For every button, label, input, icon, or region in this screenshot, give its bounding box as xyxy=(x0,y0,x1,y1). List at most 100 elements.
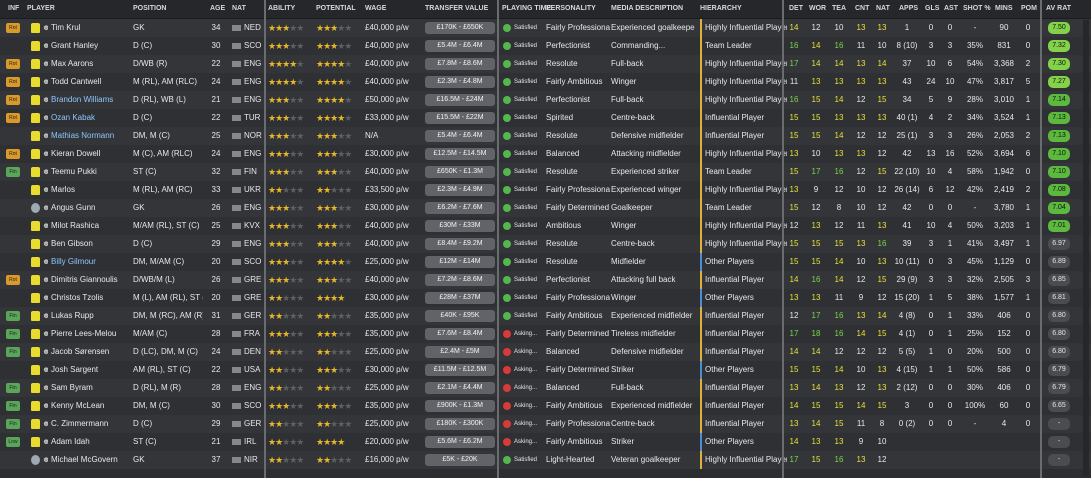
col-cnt[interactable]: CNT xyxy=(855,5,869,12)
table-row[interactable]: ☻ Josh Sargent AM (RL), ST (C) 22 USA ★★★★★ ★★… xyxy=(0,361,1091,379)
transfer-value[interactable]: £16.5M - £24M xyxy=(425,94,495,106)
table-row[interactable]: ☻ Michael McGovern GK 37 NIR ★★★★★ ★★★★★ £16,00… xyxy=(0,451,1091,469)
transfer-value[interactable]: £7.6M - £8.4M xyxy=(425,328,495,340)
info-badge[interactable]: Rot xyxy=(6,149,20,159)
info-badge[interactable]: Low xyxy=(6,437,20,447)
transfer-value[interactable]: £2.3M - £4.9M xyxy=(425,184,495,196)
info-badge[interactable]: Rot xyxy=(6,77,20,87)
player-name[interactable]: Ozan Kabak xyxy=(51,109,129,127)
transfer-value[interactable]: £2.3M - £4.8M xyxy=(425,76,495,88)
table-row[interactable]: ☻ Marlos M (RL), AM (RC) 33 UKR ★★★★★ ★★★★★ £33… xyxy=(0,181,1091,199)
transfer-value[interactable]: £30M - £33M xyxy=(425,220,495,232)
col-nat[interactable]: NAT xyxy=(232,5,246,12)
transfer-value[interactable]: £900K - £1.3M xyxy=(425,400,495,412)
col-shot[interactable]: SHOT % xyxy=(963,5,991,12)
col-media-description[interactable]: MEDIA DESCRIPTION xyxy=(611,5,683,12)
info-badge[interactable]: Ftn xyxy=(6,167,20,177)
player-name[interactable]: Grant Hanley xyxy=(51,37,129,55)
transfer-value[interactable]: £5K - £20K xyxy=(425,454,495,466)
transfer-value[interactable]: £6.2M - £7.6M xyxy=(425,202,495,214)
transfer-value[interactable]: £7.8M - £8.6M xyxy=(425,58,495,70)
player-name[interactable]: Josh Sargent xyxy=(51,361,129,379)
table-row[interactable]: Ftn ☻ Teemu Pukki ST (C) 32 FIN ★★★★★ ★★★★★ £40,… xyxy=(0,163,1091,181)
transfer-value[interactable]: £15.5M - £22M xyxy=(425,112,495,124)
info-badge[interactable]: Ftn xyxy=(6,311,20,321)
table-row[interactable]: Ftn ☻ Jacob Sørensen D (LC), DM, M (C) 24 DEN… xyxy=(0,343,1091,361)
col-hierarchy[interactable]: HIERARCHY xyxy=(700,5,742,12)
table-row[interactable]: Rot ☻ Todd Cantwell M (RL), AM (RLC) 24 ENG ★★… xyxy=(0,73,1091,91)
table-row[interactable]: Rot ☻ Kieran Dowell M (C), AM (RLC) 24 ENG ★★★… xyxy=(0,145,1091,163)
player-name[interactable]: Adam Idah xyxy=(51,433,129,451)
table-row[interactable]: ☻ Billy Gilmour DM, M/AM (C) 20 SCO ★★★★★ ★★★★… xyxy=(0,253,1091,271)
transfer-value[interactable]: £2.4M - £5M xyxy=(425,346,495,358)
table-row[interactable]: Low ☻ Adam Idah ST (C) 21 IRL ★★★★★ ★★★★ £20,000… xyxy=(0,433,1091,451)
info-badge[interactable]: Ftn xyxy=(6,383,20,393)
player-name[interactable]: Dimitris Giannoulis xyxy=(51,271,129,289)
table-row[interactable]: Ftn ☻ Kenny McLean DM, M (C) 30 SCO ★★★★★ ★★★★★… xyxy=(0,397,1091,415)
transfer-value[interactable]: £12M - £14M xyxy=(425,256,495,268)
table-row[interactable]: ☻ Angus Gunn GK 26 ENG ★★★★★ ★★★★★ £30,000 p/w £… xyxy=(0,199,1091,217)
col-natv[interactable]: NAT xyxy=(876,5,890,12)
player-name[interactable]: C. Zimmermann xyxy=(51,415,129,433)
col-mins[interactable]: MINS xyxy=(995,5,1013,12)
col-personality[interactable]: PERSONALITY xyxy=(546,5,596,12)
transfer-value[interactable]: £170K - £650K xyxy=(425,22,495,34)
col-inf[interactable]: INF xyxy=(8,5,19,12)
table-row[interactable]: ☻ Ben Gibson D (C) 29 ENG ★★★★★ ★★★★★ £40,000 p… xyxy=(0,235,1091,253)
player-name[interactable]: Christos Tzolis xyxy=(51,289,129,307)
transfer-value[interactable]: £40K - £95K xyxy=(425,310,495,322)
player-name[interactable]: Brandon Williams xyxy=(51,91,129,109)
table-row[interactable]: Rot ☻ Tim Krul GK 34 NED ★★★★★ ★★★★★ £40,000 p/w… xyxy=(0,19,1091,37)
table-row[interactable]: Rot ☻ Dimitris Giannoulis D/WB/M (L) 26 GRE ★★… xyxy=(0,271,1091,289)
transfer-value[interactable]: £5.4M - £6.4M xyxy=(425,130,495,142)
player-name[interactable]: Todd Cantwell xyxy=(51,73,129,91)
transfer-value[interactable]: £5.6M - £6.2M xyxy=(425,436,495,448)
player-name[interactable]: Lukas Rupp xyxy=(51,307,129,325)
col-tea[interactable]: TEA xyxy=(832,5,846,12)
transfer-value[interactable]: £11.5M - £12.5M xyxy=(425,364,495,376)
info-badge[interactable]: Ftn xyxy=(6,401,20,411)
col-wage[interactable]: WAGE xyxy=(365,5,386,12)
col-det[interactable]: DET xyxy=(789,5,803,12)
info-badge[interactable]: Rot xyxy=(6,113,20,123)
table-row[interactable]: Rot ☻ Ozan Kabak D (C) 22 TUR ★★★★★ ★★★★★ £33,00… xyxy=(0,109,1091,127)
player-name[interactable]: Billy Gilmour xyxy=(51,253,129,271)
player-name[interactable]: Angus Gunn xyxy=(51,199,129,217)
table-row[interactable]: ☻ Mathias Normann DM, M (C) 25 NOR ★★★★★ ★★★★★… xyxy=(0,127,1091,145)
info-badge[interactable]: Ftn xyxy=(6,419,20,429)
transfer-value[interactable]: £12.5M - £14.5M xyxy=(425,148,495,160)
col-transfer-value[interactable]: TRANSFER VALUE xyxy=(425,5,488,12)
table-row[interactable]: ☻ Milot Rashica M/AM (RL), ST (C) 25 KVX ★★★★… xyxy=(0,217,1091,235)
col-apps[interactable]: APPS xyxy=(899,5,918,12)
col-age[interactable]: AGE xyxy=(210,5,225,12)
info-badge[interactable]: Rot xyxy=(6,275,20,285)
col-playing-time[interactable]: PLAYING TIME xyxy=(502,5,551,12)
player-name[interactable]: Sam Byram xyxy=(51,379,129,397)
table-row[interactable]: ☻Christos Tzolis M (L), AM (RL), ST (C) 20… xyxy=(0,289,1091,307)
col-ability[interactable]: ABILITY xyxy=(268,5,295,12)
table-row[interactable]: Rot ☻ Brandon Williams D (RL), WB (L) 21 ENG ★… xyxy=(0,91,1091,109)
info-badge[interactable]: Ftn xyxy=(6,329,20,339)
player-name[interactable]: Jacob Sørensen xyxy=(51,343,129,361)
info-badge[interactable]: Rot xyxy=(6,23,20,33)
table-row[interactable]: ☻ Grant Hanley D (C) 30 SCO ★★★★★ ★★★★★ £40,000… xyxy=(0,37,1091,55)
transfer-value[interactable]: £28M - £37M xyxy=(425,292,495,304)
transfer-value[interactable]: £180K - £300K xyxy=(425,418,495,430)
player-name[interactable]: Ben Gibson xyxy=(51,235,129,253)
col-pom[interactable]: POM xyxy=(1021,5,1037,12)
col-ast[interactable]: AST xyxy=(944,5,958,12)
player-name[interactable]: Marlos xyxy=(51,181,129,199)
col-av-rat[interactable]: AV RAT xyxy=(1046,5,1071,12)
transfer-value[interactable]: £2.1M - £4.4M xyxy=(425,382,495,394)
col-wor[interactable]: WOR xyxy=(809,5,826,12)
table-row[interactable]: Ftn ☻ Sam Byram D (RL), M (R) 28 ENG ★★★★★ ★★★★… xyxy=(0,379,1091,397)
player-name[interactable]: Kieran Dowell xyxy=(51,145,129,163)
transfer-value[interactable]: £7.2M - £8.6M xyxy=(425,274,495,286)
info-badge[interactable]: Rot xyxy=(6,59,20,69)
player-name[interactable]: Milot Rashica xyxy=(51,217,129,235)
transfer-value[interactable]: £8.4M - £9.2M xyxy=(425,238,495,250)
transfer-value[interactable]: £5.4M - £6.4M xyxy=(425,40,495,52)
info-badge[interactable]: Rot xyxy=(6,95,20,105)
table-row[interactable]: Rot ☻ Max Aarons D/WB (R) 22 ENG ★★★★★ ★★★★★ £40… xyxy=(0,55,1091,73)
col-position[interactable]: POSITION xyxy=(133,5,166,12)
